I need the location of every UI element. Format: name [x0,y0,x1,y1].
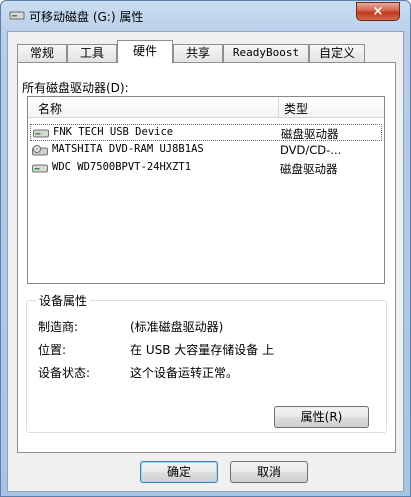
device-type: DVD/CD-... [280,143,342,157]
column-divider[interactable] [278,97,279,117]
properties-button[interactable]: 属性(R) [274,406,369,428]
cancel-button[interactable]: 取消 [230,461,308,483]
device-row[interactable]: FNK TECH USB Device 磁盘驱动器 [30,124,382,141]
tab-strip: 常规 工具 硬件 共享 ReadyBoost 自定义 [17,40,397,63]
list-header: 名称 类型 [28,97,384,118]
device-properties-title: 设备属性 [36,292,91,309]
device-row[interactable]: MATSHITA DVD-RAM UJ8B1AS DVD/CD-... [30,142,382,159]
tab-tools[interactable]: 工具 [67,44,117,62]
location-label: 位置: [38,343,67,357]
manufacturer-value: (标准磁盘驱动器) [130,320,224,334]
device-name: FNK TECH USB Device [53,126,174,138]
manufacturer-label: 制造商: [38,320,79,334]
window-title: 可移动磁盘 (G:) 属性 [29,10,144,24]
device-type: 磁盘驱动器 [281,127,339,141]
tab-hardware[interactable]: 硬件 [117,40,173,63]
device-status-value: 这个设备运转正常。 [130,366,239,380]
device-name: MATSHITA DVD-RAM UJ8B1AS [52,143,204,155]
title-bar[interactable]: 可移动磁盘 (G:) 属性 × [1,1,410,31]
device-name: WDC WD7500BPVT-24HXZT1 [52,161,192,173]
drive-icon [9,11,25,20]
device-row[interactable]: WDC WD7500BPVT-24HXZT1 磁盘驱动器 [30,160,382,177]
device-list[interactable]: 名称 类型 FNK TECH USB Device 磁盘驱动器 MATSHITA… [27,96,385,284]
dialog-client: 常规 工具 硬件 共享 ReadyBoost 自定义 所有磁盘驱动器(D): 名… [7,31,404,492]
device-status-label: 设备状态: [38,366,91,380]
tab-customize[interactable]: 自定义 [309,44,365,62]
column-header-name[interactable]: 名称 [38,100,62,117]
disk-drive-icon [33,129,49,138]
disk-drives-label: 所有磁盘驱动器(D): [22,81,129,95]
column-header-type[interactable]: 类型 [284,100,308,117]
disk-drive-icon [32,164,48,173]
location-value: 在 USB 大容量存储设备 上 [130,343,275,357]
ok-button[interactable]: 确定 [140,461,218,483]
device-type: 磁盘驱动器 [280,162,338,176]
tab-readyboost[interactable]: ReadyBoost [223,44,309,62]
close-icon: × [372,4,384,19]
tab-general[interactable]: 常规 [17,44,67,62]
tab-sharing[interactable]: 共享 [173,44,223,62]
properties-window: 可移动磁盘 (G:) 属性 × 常规 工具 硬件 共享 ReadyBoost 自… [0,0,411,497]
dvd-drive-icon [32,145,48,156]
close-button[interactable]: × [356,2,400,21]
